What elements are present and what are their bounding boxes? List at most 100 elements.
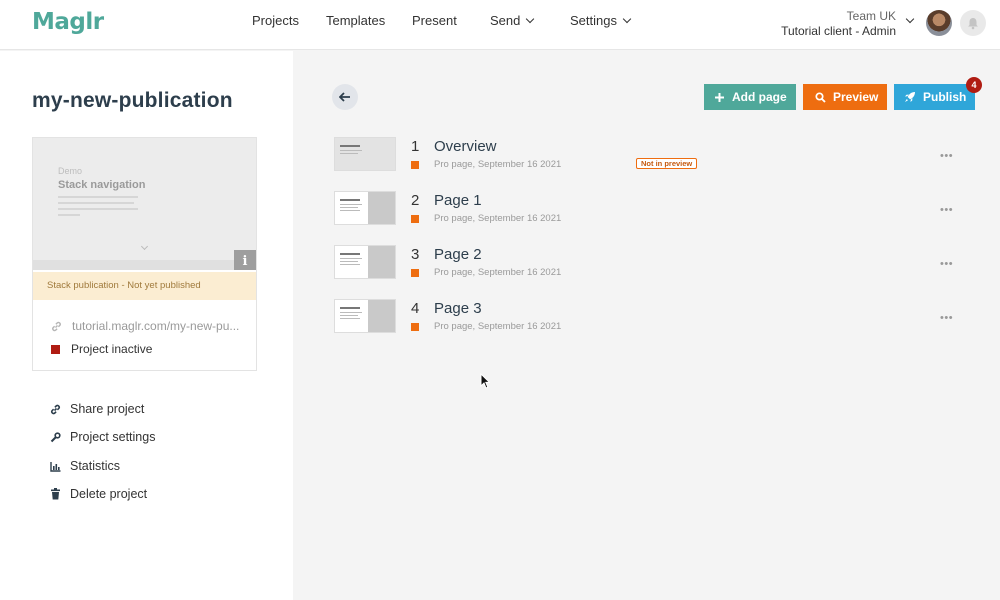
- project-settings-button[interactable]: Project settings: [50, 430, 155, 444]
- thumbnail-line: [340, 315, 358, 316]
- link-icon: [50, 403, 61, 415]
- thumbnail-line: [340, 261, 358, 262]
- search-icon: [815, 91, 826, 103]
- project-status-label: Project inactive: [71, 342, 153, 356]
- thumbnail-text-panel: [335, 192, 368, 224]
- publication-status-banner: Stack publication - Not yet published: [33, 272, 256, 300]
- thumbnail-line: [340, 204, 362, 205]
- publish-count-badge: 4: [966, 77, 982, 93]
- nav-templates[interactable]: Templates: [326, 13, 385, 28]
- nav-send[interactable]: Send: [490, 13, 535, 28]
- page-status-square: [411, 215, 419, 223]
- add-page-label: Add page: [732, 90, 787, 104]
- page-row-overview[interactable]: 1 Overview Pro page, September 16 2021 N…: [334, 137, 964, 177]
- page-row[interactable]: 4 Page 3 Pro page, September 16 2021 •••: [334, 299, 964, 339]
- thumbnail-line: [340, 312, 362, 313]
- page-thumbnail: [334, 191, 396, 225]
- thumbnail-line: [340, 207, 358, 208]
- link-icon: [52, 321, 61, 331]
- more-options-icon[interactable]: •••: [940, 312, 953, 324]
- add-page-button[interactable]: Add page: [704, 84, 796, 110]
- status-square-icon: [51, 344, 60, 354]
- project-sidebar: my-new-publication Demo Stack navigation…: [0, 51, 293, 600]
- not-in-preview-badge: Not in preview: [636, 158, 698, 169]
- chevron-down-icon: [526, 14, 535, 24]
- thumbnail-text-panel: [335, 300, 368, 332]
- more-options-icon[interactable]: •••: [940, 258, 953, 270]
- back-button[interactable]: [332, 84, 358, 110]
- page-status-square: [411, 269, 419, 277]
- statistics-label: Statistics: [70, 459, 121, 473]
- page-meta: Pro page, September 16 2021: [434, 213, 562, 224]
- page-number: 2: [411, 192, 420, 209]
- page-row[interactable]: 3 Page 2 Pro page, September 16 2021 •••: [334, 245, 964, 285]
- chart-icon: [50, 460, 61, 472]
- page-row[interactable]: 2 Page 1 Pro page, September 16 2021 •••: [334, 191, 964, 231]
- page-title[interactable]: Overview: [434, 138, 497, 155]
- thumbnail-line: [340, 210, 360, 211]
- thumbnail-line: [340, 264, 360, 265]
- thumbnail-line: [340, 199, 360, 201]
- preview-kicker: Demo: [58, 166, 83, 176]
- thumbnail-line: [340, 318, 360, 319]
- delete-project-button[interactable]: Delete project: [50, 487, 147, 501]
- page-title[interactable]: Page 1: [434, 192, 482, 209]
- publish-button[interactable]: Publish: [894, 84, 975, 110]
- page-meta: Pro page, September 16 2021: [434, 159, 562, 170]
- page-title[interactable]: Page 2: [434, 246, 482, 263]
- thumbnail-line: [340, 307, 360, 309]
- thumbnail-line: [340, 253, 360, 255]
- thumbnail-image-panel: [368, 192, 395, 224]
- info-icon[interactable]: i: [234, 250, 256, 270]
- nav-settings-label: Settings: [570, 13, 617, 28]
- nav-settings[interactable]: Settings: [570, 13, 632, 28]
- more-options-icon[interactable]: •••: [940, 150, 953, 162]
- preview-label: Preview: [833, 90, 879, 104]
- top-navigation-bar: Maglr Projects Templates Present Send Se…: [0, 0, 1000, 50]
- wrench-icon: [50, 431, 61, 443]
- statistics-button[interactable]: Statistics: [50, 459, 120, 473]
- publication-preview-thumbnail[interactable]: Demo Stack navigation i: [33, 138, 256, 270]
- arrow-left-icon: [339, 92, 350, 102]
- nav-present[interactable]: Present: [412, 13, 457, 28]
- chevron-down-icon: [622, 14, 632, 24]
- publication-title: my-new-publication: [32, 89, 233, 112]
- project-settings-label: Project settings: [70, 430, 156, 444]
- avatar[interactable]: [926, 10, 952, 36]
- thumbnail-line: [340, 258, 362, 259]
- mouse-cursor-icon: [480, 373, 490, 389]
- maglr-logo[interactable]: Maglr: [32, 9, 104, 35]
- preview-text-line: [58, 202, 134, 204]
- share-project-button[interactable]: Share project: [50, 402, 144, 416]
- nav-projects[interactable]: Projects: [252, 13, 299, 28]
- thumbnail-line: [340, 145, 360, 147]
- thumbnail-text-panel: [335, 246, 368, 278]
- preview-strip: [33, 260, 256, 270]
- page-meta: Pro page, September 16 2021: [434, 321, 562, 332]
- page-number: 1: [411, 138, 420, 155]
- publication-card: Demo Stack navigation i Stack publicatio…: [32, 137, 257, 371]
- delete-project-label: Delete project: [70, 487, 148, 501]
- nav-send-label: Send: [490, 13, 521, 28]
- preview-text-line: [58, 208, 138, 210]
- publish-label: Publish: [923, 90, 967, 104]
- client-role: Tutorial client - Admin: [781, 24, 896, 38]
- page-thumbnail: [334, 137, 396, 171]
- notifications-button[interactable]: [960, 10, 986, 36]
- nav-templates-label: Templates: [326, 13, 386, 28]
- chevron-down-icon: [140, 242, 149, 251]
- nav-present-label: Present: [412, 13, 457, 28]
- project-status: Project inactive: [51, 342, 152, 356]
- publication-url-link[interactable]: tutorial.maglr.com/my-new-pu...: [51, 319, 239, 333]
- thumbnail-line: [340, 150, 362, 151]
- account-switcher[interactable]: Team UK Tutorial client - Admin: [781, 9, 896, 39]
- trash-icon: [50, 488, 61, 500]
- page-number: 4: [411, 300, 420, 317]
- page-title[interactable]: Page 3: [434, 300, 482, 317]
- nav-projects-label: Projects: [252, 13, 299, 28]
- more-options-icon[interactable]: •••: [940, 204, 953, 216]
- page-status-square: [411, 323, 419, 331]
- thumbnail-image-panel: [368, 300, 395, 332]
- preview-button[interactable]: Preview: [803, 84, 887, 110]
- chevron-down-icon[interactable]: [905, 14, 915, 24]
